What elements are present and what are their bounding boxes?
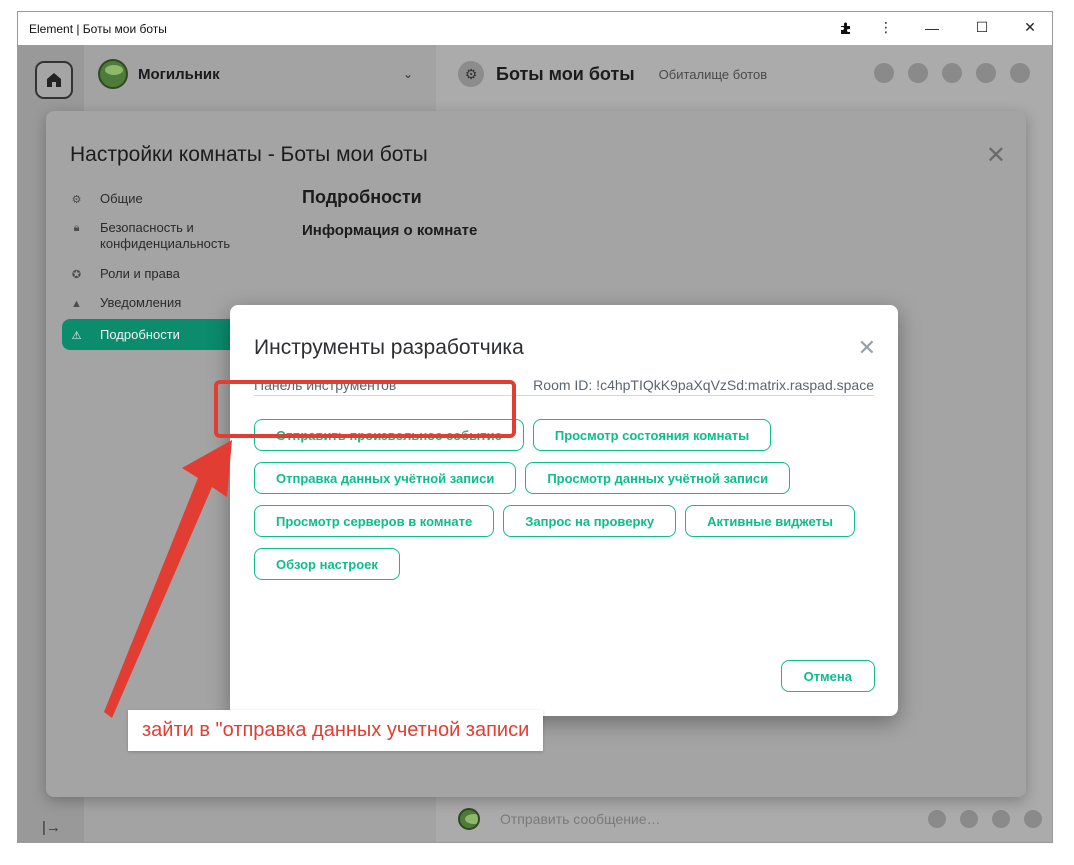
expand-sidebar-icon[interactable]: |→ bbox=[42, 819, 61, 836]
room-name[interactable]: Боты мои боты bbox=[496, 64, 635, 85]
maximize-icon[interactable]: ☐ bbox=[962, 12, 1002, 43]
lock-icon: 🔒︎ bbox=[73, 222, 80, 234]
settings-nav-security[interactable]: 🔒︎ Безопасность и конфиденциальность bbox=[62, 215, 282, 257]
nav-label: Безопасность и конфиденциальность bbox=[100, 220, 231, 251]
tool-buttons: Отправить произвольное событие Просмотр … bbox=[254, 419, 874, 580]
message-composer: Отправить сообщение… bbox=[458, 808, 661, 830]
active-widgets-button[interactable]: Активные виджеты bbox=[685, 505, 856, 537]
annotation-callout: зайти в "отправка данных учетной записи bbox=[128, 710, 544, 751]
room-settings-dialog: Настройки комнаты - Боты мои боты ✕ ⚙ Об… bbox=[46, 111, 1026, 797]
emoji-icon[interactable] bbox=[960, 810, 978, 828]
room-info-icon[interactable] bbox=[1010, 63, 1030, 83]
explore-account-data-button[interactable]: Просмотр данных учётной записи bbox=[525, 462, 791, 494]
callout-text: зайти в "отправка данных учетной записи bbox=[142, 719, 530, 741]
verification-request-button[interactable]: Запрос на проверку bbox=[503, 505, 677, 537]
send-account-data-button[interactable]: Отправка данных учётной записи bbox=[254, 462, 517, 494]
title-bar: Element | Боты мои боты ⋮ — ☐ ✕ bbox=[18, 12, 1052, 45]
close-icon[interactable]: ✕ bbox=[858, 335, 876, 361]
chevron-down-icon[interactable]: ⌄ bbox=[403, 67, 413, 81]
account-name: Могильник bbox=[138, 65, 220, 83]
highlight-box bbox=[214, 380, 516, 438]
nav-label: Роли и права bbox=[100, 266, 180, 281]
nav-label: Общие bbox=[100, 191, 143, 206]
bell-icon: ▲ bbox=[71, 297, 82, 310]
message-input[interactable]: Отправить сообщение… bbox=[500, 811, 661, 827]
video-call-icon[interactable] bbox=[908, 63, 928, 83]
composer-avatar bbox=[458, 808, 480, 830]
minimize-icon[interactable]: — bbox=[912, 12, 952, 43]
sticker-icon[interactable] bbox=[992, 810, 1010, 828]
microphone-icon[interactable] bbox=[1024, 810, 1042, 828]
settings-title: Настройки комнаты - Боты мои боты bbox=[70, 143, 428, 166]
section-subtitle: Информация о комнате bbox=[302, 222, 478, 239]
room-header-actions bbox=[874, 63, 1030, 83]
window-title: Element | Боты мои боты bbox=[29, 22, 167, 36]
settings-nav-general[interactable]: ⚙ Общие bbox=[62, 186, 282, 211]
more-icon[interactable]: ⋮ bbox=[866, 12, 906, 43]
view-servers-in-room-button[interactable]: Просмотр серверов в комнате bbox=[254, 505, 495, 537]
attachment-icon[interactable] bbox=[928, 810, 946, 828]
close-icon[interactable]: ✕ bbox=[986, 141, 1006, 170]
extensions-icon[interactable] bbox=[826, 12, 866, 43]
search-icon[interactable] bbox=[942, 63, 962, 83]
explore-room-state-button[interactable]: Просмотр состояния комнаты bbox=[532, 419, 772, 451]
bot-avatar-icon: ⚙ bbox=[458, 61, 484, 87]
home-icon bbox=[47, 73, 61, 87]
home-button[interactable] bbox=[35, 61, 73, 99]
voice-call-icon[interactable] bbox=[874, 63, 894, 83]
nav-label: Уведомления bbox=[100, 295, 182, 310]
account-menu[interactable]: Могильник bbox=[98, 59, 220, 89]
room-header: ⚙ Боты мои боты Обиталище ботов bbox=[458, 61, 767, 87]
shield-icon: ✪ bbox=[71, 269, 82, 281]
notifications-icon[interactable] bbox=[976, 63, 996, 83]
warning-icon: ⚠ bbox=[71, 330, 82, 342]
dialog-title: Инструменты разработчика bbox=[254, 336, 524, 359]
settings-explorer-button[interactable]: Обзор настроек bbox=[254, 548, 400, 580]
avatar bbox=[98, 59, 128, 89]
settings-nav-roles[interactable]: ✪ Роли и права bbox=[62, 261, 282, 286]
nav-label: Подробности bbox=[100, 327, 180, 342]
composer-actions bbox=[928, 810, 1042, 828]
developer-tools-dialog: Инструменты разработчика ✕ Панель инстру… bbox=[230, 305, 898, 716]
close-icon[interactable]: ✕ bbox=[1010, 12, 1050, 43]
cancel-button[interactable]: Отмена bbox=[780, 660, 875, 692]
section-title: Подробности bbox=[302, 187, 422, 207]
gear-icon: ⚙ bbox=[71, 194, 82, 206]
room-topic: Обиталище ботов bbox=[658, 66, 768, 82]
room-id: Room ID: !c4hpTIQkK9paXqVzSd:matrix.rasp… bbox=[533, 377, 874, 393]
